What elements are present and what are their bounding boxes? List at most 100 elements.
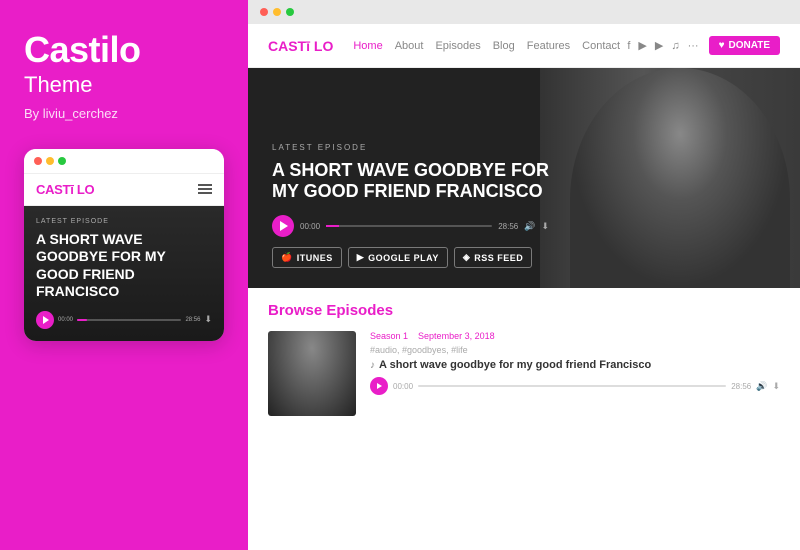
- itunes-label: ITUNES: [297, 253, 333, 263]
- episode-date: September 3, 2018: [418, 331, 495, 341]
- hero-play-icon: [280, 221, 288, 231]
- episode-play-button[interactable]: [370, 377, 388, 395]
- nav-episodes[interactable]: Episodes: [435, 40, 480, 52]
- nav-about[interactable]: About: [395, 40, 424, 52]
- nav-contact[interactable]: Contact: [582, 40, 620, 52]
- browse-heading: Browse Episodes: [268, 302, 780, 319]
- mobile-logo-suffix: LO: [74, 182, 95, 197]
- browse-heading-accent: Episodes: [326, 302, 393, 319]
- mobile-progress-bar[interactable]: [77, 319, 181, 321]
- brand-author: By liviu_cerchez: [24, 106, 118, 121]
- mobile-download-icon[interactable]: ⬇: [204, 314, 212, 325]
- browse-heading-text: Browse: [268, 302, 322, 319]
- episode-time-start: 00:00: [393, 382, 413, 391]
- rss-label: RSS FEED: [474, 253, 523, 263]
- play-store-icon[interactable]: ▶: [638, 39, 646, 52]
- donate-label: DONATE: [729, 40, 770, 51]
- play-triangle-icon: [43, 316, 49, 324]
- music-note-icon: ♪: [370, 360, 375, 371]
- dot-red: [34, 157, 42, 165]
- facebook-icon[interactable]: f: [627, 40, 630, 52]
- hero-progress-fill: [326, 225, 339, 227]
- hamburger-line: [198, 192, 212, 194]
- left-panel: Castilo Theme By liviu_cerchez CASTī LO …: [0, 0, 248, 550]
- itunes-button[interactable]: 🍎 ITUNES: [272, 247, 342, 268]
- rss-button[interactable]: ◈ RSS FEED: [454, 247, 532, 268]
- hero-play-button[interactable]: [272, 215, 294, 237]
- youtube-icon[interactable]: ▶: [655, 39, 663, 52]
- hero-title-line1: A SHORT WAVE GOODBYE FOR: [272, 160, 549, 182]
- nav-links: Home About Episodes Blog Features Contac…: [353, 40, 627, 52]
- mobile-logo: CASTī LO: [36, 182, 94, 197]
- nav-blog[interactable]: Blog: [493, 40, 515, 52]
- hero-person: [570, 68, 790, 288]
- episode-title-text: A short wave goodbye for my good friend …: [379, 359, 651, 371]
- hamburger-menu[interactable]: [198, 184, 212, 194]
- hero-background: [540, 68, 800, 288]
- hero-ep-label: LATEST EPISODE: [272, 143, 549, 152]
- episode-volume-icon[interactable]: 🔊: [756, 381, 767, 392]
- donate-button[interactable]: ♥ DONATE: [709, 36, 780, 55]
- dot-yellow: [46, 157, 54, 165]
- google-play-label: GOOGLE PLAY: [368, 253, 439, 263]
- episode-meta: Season 1 September 3, 2018: [370, 331, 780, 341]
- mobile-player: 00:00 28:56 ⬇: [36, 311, 212, 329]
- site-logo: CASTī LO: [268, 38, 333, 54]
- episode-tags: #audio, #goodbyes, #life: [370, 345, 780, 355]
- thumb-person-image: [268, 331, 356, 416]
- mobile-time-start: 00:00: [58, 317, 73, 323]
- episode-list: Season 1 September 3, 2018 #audio, #good…: [268, 331, 780, 416]
- hamburger-line: [198, 184, 212, 186]
- episode-thumbnail: [268, 331, 356, 416]
- mobile-logo-main: CAST: [36, 182, 70, 197]
- hero-title: A SHORT WAVE GOODBYE FOR MY GOOD FRIEND …: [272, 160, 549, 203]
- apple-icon: 🍎: [281, 252, 293, 263]
- hero-progress-bar[interactable]: [326, 225, 492, 227]
- browser-chrome: [248, 0, 800, 24]
- site-navbar: CASTī LO Home About Episodes Blog Featur…: [248, 24, 800, 68]
- site-logo-suffix: LO: [310, 38, 333, 54]
- episode-time-end: 28:56: [731, 382, 751, 391]
- site-logo-main: CAST: [268, 38, 306, 54]
- more-icon[interactable]: ···: [688, 40, 699, 52]
- episode-download-icon[interactable]: ⬇: [772, 381, 780, 392]
- brand-subtitle: Theme: [24, 72, 92, 98]
- mobile-mockup: CASTī LO LATEST EPISODE A SHORT WAVE GOO…: [24, 149, 224, 341]
- mobile-ep-label: LATEST EPISODE: [36, 218, 212, 225]
- hamburger-line: [198, 188, 212, 190]
- mobile-time-end: 28:56: [185, 317, 200, 323]
- hero-time-end: 28:56: [498, 222, 518, 231]
- spotify-icon[interactable]: ♫: [671, 40, 679, 52]
- hero-player: 00:00 28:56 🔊 ⬇: [272, 215, 549, 237]
- episode-play-icon: [377, 383, 382, 389]
- mobile-hero: LATEST EPISODE A SHORT WAVE GOODBYE FOR …: [24, 206, 224, 341]
- episode-progress-bar[interactable]: [418, 385, 726, 387]
- episode-season: Season 1: [370, 331, 408, 341]
- google-play-button[interactable]: ▶ GOOGLE PLAY: [348, 247, 448, 268]
- browser-dot-green: [286, 8, 294, 16]
- hero-time-start: 00:00: [300, 222, 320, 231]
- dot-green: [58, 157, 66, 165]
- mobile-ep-title: A SHORT WAVE GOODBYE FOR MY GOOD FRIEND …: [36, 231, 212, 301]
- google-play-icon: ▶: [357, 252, 364, 263]
- hero-section: LATEST EPISODE A SHORT WAVE GOODBYE FOR …: [248, 68, 800, 288]
- volume-icon[interactable]: 🔊: [524, 221, 535, 232]
- brand-title: Castilo: [24, 30, 141, 70]
- mobile-topbar: [24, 149, 224, 174]
- platform-buttons: 🍎 ITUNES ▶ GOOGLE PLAY ◈ RSS FEED: [272, 247, 549, 268]
- episode-player: 00:00 28:56 🔊 ⬇: [370, 377, 780, 395]
- nav-home[interactable]: Home: [353, 40, 382, 52]
- download-icon[interactable]: ⬇: [541, 221, 549, 232]
- nav-features[interactable]: Features: [527, 40, 570, 52]
- browser-dot-red: [260, 8, 268, 16]
- episode-title: ♪ A short wave goodbye for my good frien…: [370, 359, 780, 371]
- mobile-progress-fill: [77, 319, 87, 321]
- mobile-navbar: CASTī LO: [24, 174, 224, 206]
- episode-info: Season 1 September 3, 2018 #audio, #good…: [370, 331, 780, 416]
- hero-content: LATEST EPISODE A SHORT WAVE GOODBYE FOR …: [272, 143, 549, 268]
- mobile-play-button[interactable]: [36, 311, 54, 329]
- browser-dot-yellow: [273, 8, 281, 16]
- right-panel: CASTī LO Home About Episodes Blog Featur…: [248, 0, 800, 550]
- browse-section: Browse Episodes Season 1 September 3, 20…: [248, 288, 800, 550]
- social-icons: f ▶ ▶ ♫ ···: [627, 39, 698, 52]
